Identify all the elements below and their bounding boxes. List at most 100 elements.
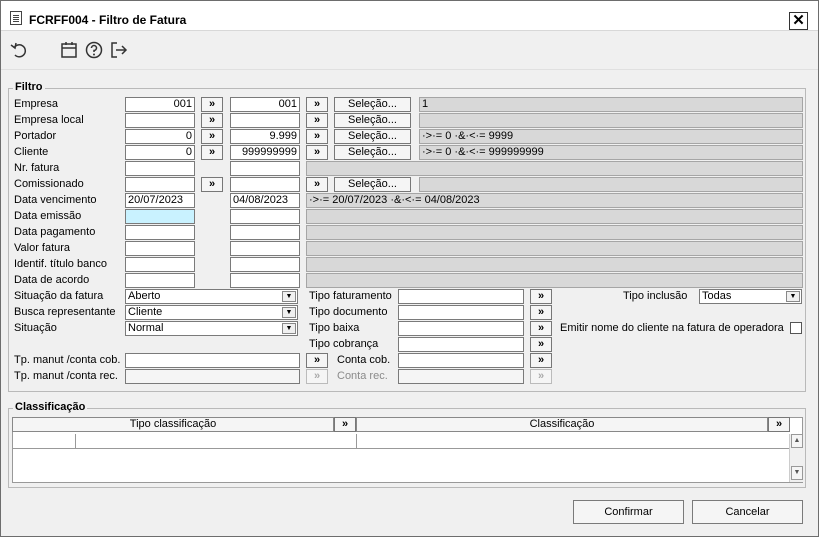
conta-cob-button[interactable]: » bbox=[530, 353, 552, 368]
label-cliente: Cliente bbox=[14, 146, 49, 158]
tipo-documento-button[interactable]: » bbox=[530, 305, 552, 320]
chevron-down-icon[interactable]: ▼ bbox=[786, 291, 800, 302]
label-identif-titulo: Identif. título banco bbox=[14, 258, 107, 270]
col-tipo-classificacao[interactable]: Tipo classificação bbox=[12, 417, 334, 432]
empresa-description: 1 bbox=[419, 97, 803, 112]
tipo-baixa-input[interactable] bbox=[398, 321, 524, 336]
label-nr-fatura: Nr. fatura bbox=[14, 162, 60, 174]
tipo-cobranca-input[interactable] bbox=[398, 337, 524, 352]
cliente-range-button[interactable]: » bbox=[306, 145, 328, 160]
cliente-description: ·>·= 0 ·&·<·= 999999999 bbox=[419, 145, 803, 160]
busca-representante-select[interactable]: Cliente ▼ bbox=[125, 305, 298, 320]
data-emissao-to-input[interactable] bbox=[230, 209, 300, 224]
filtro-title: Filtro bbox=[13, 81, 45, 93]
cliente-lookup-button[interactable]: » bbox=[201, 145, 223, 160]
conta-rec-input bbox=[398, 369, 524, 384]
empresa-local-range-button[interactable]: » bbox=[306, 113, 328, 128]
data-acordo-to-input[interactable] bbox=[230, 273, 300, 288]
tipo-classificacao-button[interactable]: » bbox=[334, 417, 356, 432]
empresa-local-lookup-button[interactable]: » bbox=[201, 113, 223, 128]
col-classificacao[interactable]: Classificação bbox=[356, 417, 768, 432]
cliente-from-input[interactable]: 0 bbox=[125, 145, 195, 160]
situacao-select[interactable]: Normal ▼ bbox=[125, 321, 298, 336]
label-conta-cob: Conta cob. bbox=[337, 354, 391, 366]
nr-fatura-from-input[interactable] bbox=[125, 161, 195, 176]
empresa-local-to-input[interactable] bbox=[230, 113, 300, 128]
tipo-cobranca-button[interactable]: » bbox=[530, 337, 552, 352]
data-emissao-from-input[interactable] bbox=[125, 209, 195, 224]
chevron-down-icon[interactable]: ▼ bbox=[282, 291, 296, 302]
toolbar bbox=[1, 32, 818, 70]
comissionado-from-input[interactable] bbox=[125, 177, 195, 192]
comissionado-to-input[interactable] bbox=[230, 177, 300, 192]
confirmar-button[interactable]: Confirmar bbox=[573, 500, 684, 524]
grid-scrollbar[interactable]: ▲ ▼ bbox=[789, 434, 803, 482]
empresa-lookup-button[interactable]: » bbox=[201, 97, 223, 112]
emitir-nome-checkbox[interactable] bbox=[790, 322, 802, 334]
grid-cell[interactable] bbox=[357, 434, 789, 449]
tipo-documento-input[interactable] bbox=[398, 305, 524, 320]
scroll-down-icon[interactable]: ▼ bbox=[791, 466, 803, 480]
close-button[interactable]: ✕ bbox=[789, 12, 808, 30]
data-vencimento-to-input[interactable]: 04/08/2023 bbox=[230, 193, 300, 208]
cancelar-button[interactable]: Cancelar bbox=[692, 500, 803, 524]
portador-range-button[interactable]: » bbox=[306, 129, 328, 144]
comissionado-range-button[interactable]: » bbox=[306, 177, 328, 192]
data-pagamento-from-input[interactable] bbox=[125, 225, 195, 240]
portador-lookup-button[interactable]: » bbox=[201, 129, 223, 144]
dialog-window: FCRFF004 - Filtro de Fatura ✕ Filtro Emp… bbox=[0, 0, 819, 537]
cliente-to-input[interactable]: 999999999 bbox=[230, 145, 300, 160]
label-empresa: Empresa bbox=[14, 98, 59, 110]
empresa-from-input[interactable]: 001 bbox=[125, 97, 195, 112]
label-comissionado: Comissionado bbox=[14, 178, 84, 190]
scroll-up-icon[interactable]: ▲ bbox=[791, 434, 803, 448]
empresa-local-selecao-button[interactable]: Seleção... bbox=[334, 113, 411, 128]
cliente-selecao-button[interactable]: Seleção... bbox=[334, 145, 411, 160]
tp-manut-rec-input bbox=[125, 369, 300, 384]
label-tp-manut-rec: Tp. manut /conta rec. bbox=[14, 370, 118, 382]
tipo-faturamento-button[interactable]: » bbox=[530, 289, 552, 304]
label-emitir-nome: Emitir nome do cliente na fatura de oper… bbox=[560, 322, 784, 334]
undo-icon[interactable] bbox=[9, 40, 29, 60]
tipo-baixa-button[interactable]: » bbox=[530, 321, 552, 336]
conta-cob-input[interactable] bbox=[398, 353, 524, 368]
empresa-selecao-button[interactable]: Seleção... bbox=[334, 97, 411, 112]
classificacao-button[interactable]: » bbox=[768, 417, 790, 432]
tp-manut-cob-button[interactable]: » bbox=[306, 353, 328, 368]
label-busca-representante: Busca representante bbox=[14, 306, 116, 318]
empresa-local-from-input[interactable] bbox=[125, 113, 195, 128]
portador-to-input[interactable]: 9.999 bbox=[230, 129, 300, 144]
data-vencimento-from-input[interactable]: 20/07/2023 bbox=[125, 193, 195, 208]
empresa-to-input[interactable]: 001 bbox=[230, 97, 300, 112]
tipo-inclusao-select[interactable]: Todas ▼ bbox=[699, 289, 802, 304]
label-portador: Portador bbox=[14, 130, 57, 142]
identif-from-input[interactable] bbox=[125, 257, 195, 272]
label-valor-fatura: Valor fatura bbox=[14, 242, 71, 254]
situacao-fatura-value: Aberto bbox=[128, 290, 161, 302]
portador-from-input[interactable]: 0 bbox=[125, 129, 195, 144]
valor-fatura-to-input[interactable] bbox=[230, 241, 300, 256]
exit-icon[interactable] bbox=[109, 40, 129, 60]
tipo-faturamento-input[interactable] bbox=[398, 289, 524, 304]
data-pagamento-to-input[interactable] bbox=[230, 225, 300, 240]
chevron-down-icon[interactable]: ▼ bbox=[282, 307, 296, 318]
comissionado-description bbox=[419, 177, 803, 192]
identif-to-input[interactable] bbox=[230, 257, 300, 272]
valor-fatura-from-input[interactable] bbox=[125, 241, 195, 256]
tp-manut-cob-input[interactable] bbox=[125, 353, 300, 368]
comissionado-lookup-button[interactable]: » bbox=[201, 177, 223, 192]
comissionado-selecao-button[interactable]: Seleção... bbox=[334, 177, 411, 192]
situacao-fatura-select[interactable]: Aberto ▼ bbox=[125, 289, 298, 304]
grid-cell[interactable] bbox=[76, 434, 357, 449]
empresa-local-description bbox=[419, 113, 803, 128]
calendar-icon[interactable] bbox=[59, 40, 79, 60]
window-title: FCRFF004 - Filtro de Fatura bbox=[29, 13, 187, 27]
grid-cell[interactable] bbox=[13, 434, 76, 449]
nr-fatura-to-input[interactable] bbox=[230, 161, 300, 176]
chevron-down-icon[interactable]: ▼ bbox=[282, 323, 296, 334]
help-icon[interactable] bbox=[84, 40, 104, 60]
empresa-range-button[interactable]: » bbox=[306, 97, 328, 112]
document-icon bbox=[10, 11, 22, 25]
data-acordo-from-input[interactable] bbox=[125, 273, 195, 288]
portador-selecao-button[interactable]: Seleção... bbox=[334, 129, 411, 144]
